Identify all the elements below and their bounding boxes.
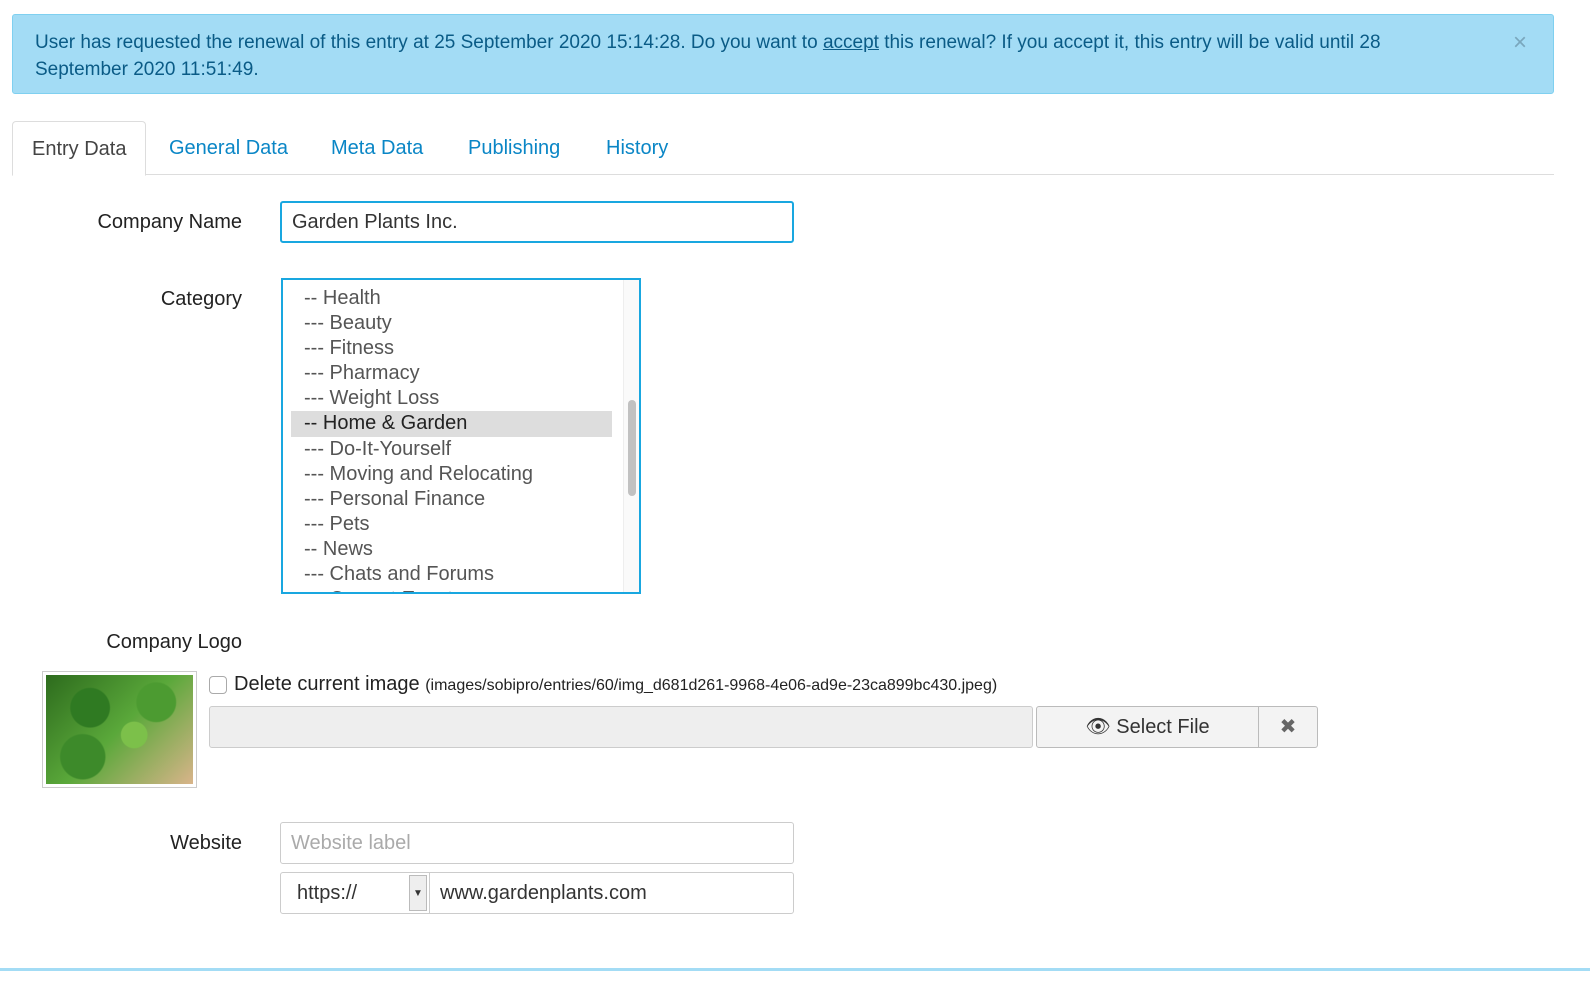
tab-entry-data[interactable]: Entry Data <box>12 121 147 176</box>
file-path-input[interactable] <box>209 706 1033 748</box>
category-option[interactable]: --- Weight Loss <box>291 386 612 411</box>
category-option[interactable]: --- Personal Finance <box>291 487 612 512</box>
select-file-button[interactable]: 👁 Select File <box>1036 706 1259 748</box>
company-name-input[interactable]: Garden Plants Inc. <box>280 201 794 243</box>
category-option[interactable]: -- Home & Garden <box>291 411 612 437</box>
category-option[interactable]: --- Pharmacy <box>291 361 612 386</box>
delete-image-label: Delete current image <box>234 673 420 695</box>
website-label-input[interactable]: Website label <box>280 822 794 864</box>
close-icon: ✖ <box>1279 716 1297 738</box>
tab-meta-data[interactable]: Meta Data <box>312 121 442 175</box>
eye-icon: 👁 <box>1085 716 1111 738</box>
category-option[interactable]: --- Chats and Forums <box>291 562 612 587</box>
delete-image-checkbox[interactable] <box>209 676 227 694</box>
chevron-down-icon: ▼ <box>409 875 427 911</box>
bottom-border <box>0 968 1590 971</box>
category-option[interactable]: --- Pets <box>291 512 612 537</box>
tab-general-data[interactable]: General Data <box>150 121 307 175</box>
accept-renewal-link[interactable]: accept <box>823 32 879 53</box>
category-option[interactable]: --- Current Events <box>291 587 612 592</box>
clear-file-button[interactable]: ✖ <box>1258 706 1318 748</box>
renewal-alert: User has requested the renewal of this e… <box>12 14 1554 94</box>
category-option[interactable]: -- Health <box>291 286 612 311</box>
category-option[interactable]: -- News <box>291 537 612 562</box>
category-label: Category <box>160 288 242 310</box>
tab-publishing[interactable]: Publishing <box>449 121 579 175</box>
website-label: Website <box>170 832 242 854</box>
scrollbar[interactable] <box>623 280 639 592</box>
scrollbar-thumb[interactable] <box>628 400 636 496</box>
category-option[interactable]: --- Do-It-Yourself <box>291 437 612 462</box>
category-listbox[interactable]: -- Health --- Beauty --- Fitness --- Pharma… <box>281 278 641 594</box>
category-option[interactable]: --- Moving and Relocating <box>291 462 612 487</box>
tab-history[interactable]: History <box>587 121 687 175</box>
website-url-input[interactable]: www.gardenplants.com <box>429 872 794 914</box>
protocol-select[interactable]: https:// ▼ <box>280 872 430 914</box>
logo-thumbnail <box>42 671 197 788</box>
category-option[interactable]: --- Fitness <box>291 336 612 361</box>
company-logo-label: Company Logo <box>106 631 242 653</box>
tab-bar: Entry Data General Data Meta Data Publis… <box>12 121 1554 176</box>
image-path: (images/sobipro/entries/60/img_d681d261-… <box>425 677 998 694</box>
close-icon[interactable]: × <box>1513 29 1527 56</box>
category-option[interactable]: --- Beauty <box>291 311 612 336</box>
company-name-label: Company Name <box>97 211 242 233</box>
